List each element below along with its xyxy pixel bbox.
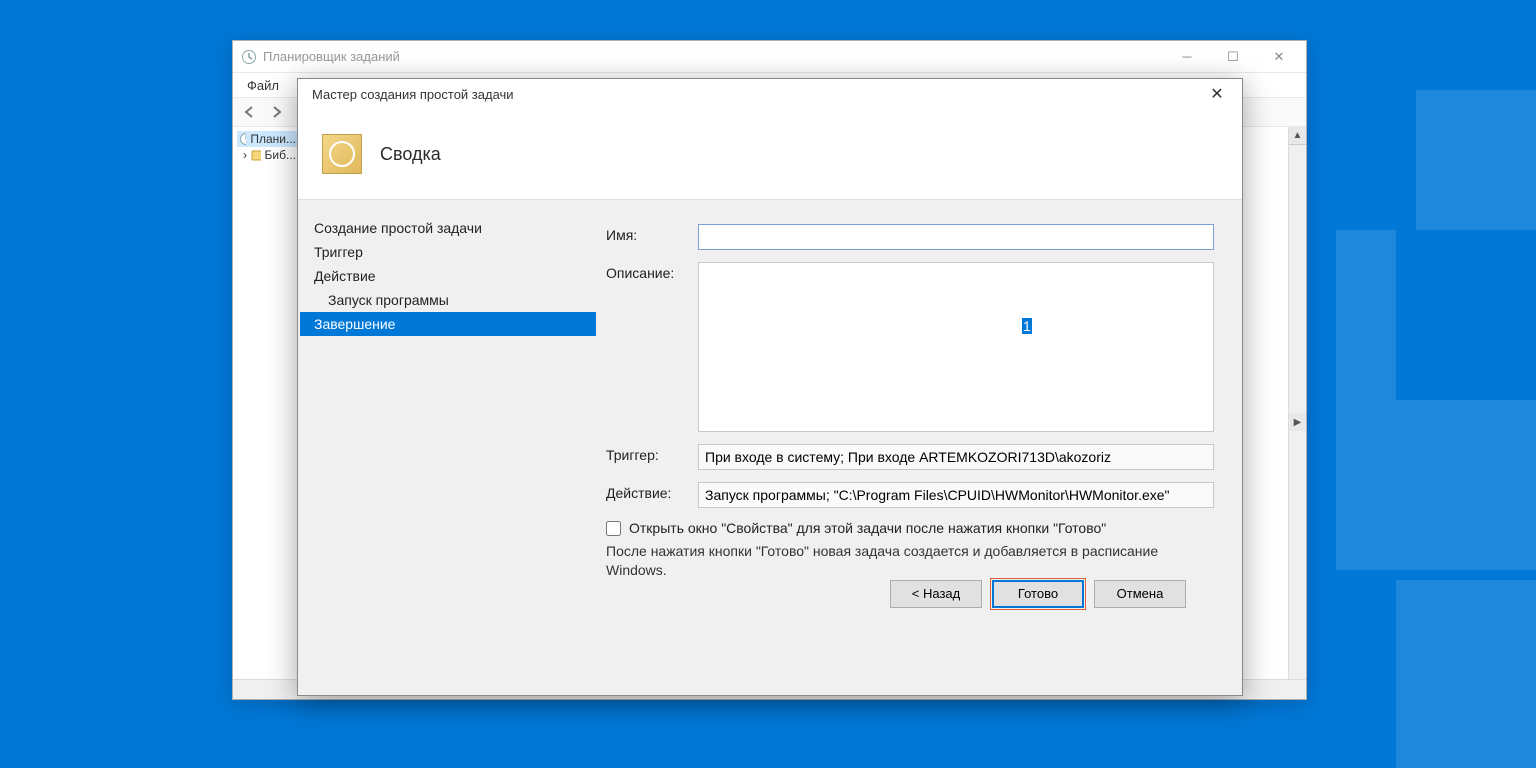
close-button[interactable]: ✕ [1256, 42, 1302, 72]
tree-root[interactable]: Плани... [237, 131, 298, 147]
parent-titlebar: Планировщик заданий ─ ☐ ✕ [233, 41, 1306, 73]
finish-button[interactable]: Готово [992, 580, 1084, 608]
nav-launch-program[interactable]: Запуск программы [300, 288, 596, 312]
description-textarea[interactable] [698, 262, 1214, 432]
name-input[interactable] [698, 224, 1214, 250]
wizard-header: Сводка [298, 109, 1242, 199]
cancel-button[interactable]: Отмена [1094, 580, 1186, 608]
nav-create-task[interactable]: Создание простой задачи [300, 216, 596, 240]
trigger-label: Триггер: [606, 444, 698, 463]
description-label: Описание: [606, 262, 698, 281]
wizard-close-button[interactable]: ✕ [1202, 80, 1232, 108]
minimize-button[interactable]: ─ [1164, 42, 1210, 72]
finish-hint: После нажатия кнопки "Готово" новая зада… [606, 542, 1176, 580]
forward-arrow-icon[interactable] [265, 101, 287, 123]
nav-finish[interactable]: Завершение [300, 312, 596, 336]
wizard-titlebar: Мастер создания простой задачи ✕ [298, 79, 1242, 109]
name-label: Имя: [606, 224, 698, 243]
wizard-heading: Сводка [380, 144, 441, 165]
open-properties-checkbox[interactable] [606, 521, 621, 536]
tree-root-label: Плани... [250, 132, 296, 146]
wizard-nav: Создание простой задачи Триггер Действие… [298, 200, 598, 695]
nav-action[interactable]: Действие [300, 264, 596, 288]
wizard-form: Имя: Описание: Триггер: Действие: Открыт… [598, 200, 1242, 695]
tree-child-label: Биб... [265, 148, 296, 162]
chevron-right-icon: › [243, 148, 247, 162]
wizard-title: Мастер создания простой задачи [312, 87, 1202, 102]
nav-tree: Плани... › Биб... [233, 127, 303, 699]
tree-child[interactable]: › Биб... [237, 147, 298, 163]
wizard-dialog: Мастер создания простой задачи ✕ Сводка … [297, 78, 1243, 696]
back-button[interactable]: < Назад [890, 580, 982, 608]
menu-file[interactable]: Файл [239, 76, 287, 95]
trigger-value [698, 444, 1214, 470]
scroll-play-icon[interactable]: ▶ [1289, 413, 1306, 431]
action-value [698, 482, 1214, 508]
scroll-up-icon[interactable]: ▲ [1289, 127, 1306, 145]
back-arrow-icon[interactable] [239, 101, 261, 123]
parent-title: Планировщик заданий [263, 49, 1164, 64]
scheduler-icon [241, 49, 257, 65]
name-input-selection: 1 [1022, 318, 1032, 334]
action-label: Действие: [606, 482, 698, 501]
maximize-button[interactable]: ☐ [1210, 42, 1256, 72]
nav-trigger[interactable]: Триггер [300, 240, 596, 264]
scrollbar[interactable]: ▲ ▶ [1288, 127, 1306, 699]
open-properties-label: Открыть окно "Свойства" для этой задачи … [629, 520, 1106, 536]
wizard-header-icon [322, 134, 362, 174]
desktop-decoration [1316, 0, 1536, 768]
wizard-footer: < Назад Готово Отмена [606, 580, 1214, 634]
